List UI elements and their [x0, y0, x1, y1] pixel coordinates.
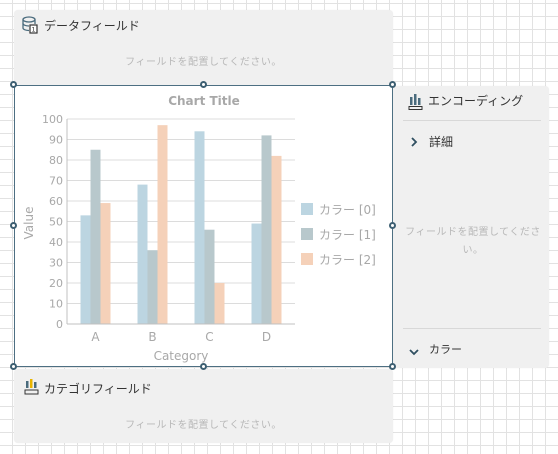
color-section-divider	[403, 328, 541, 329]
data-field-title: データフィールド	[44, 19, 140, 33]
resize-handle-middle-left[interactable]	[10, 222, 17, 229]
data-field-placeholder: フィールドを配置してください。	[125, 57, 282, 68]
color-row[interactable]: カラー	[407, 339, 537, 357]
x-tick-label: D	[262, 330, 271, 344]
encoding-title: エンコーディング	[428, 94, 524, 108]
legend-swatch	[301, 228, 313, 240]
resize-handle-top-left[interactable]	[10, 81, 17, 88]
bar-A-0	[80, 215, 91, 324]
bar-A-2	[100, 203, 111, 324]
bar-A-1	[90, 149, 101, 324]
y-tick-label: 30	[49, 257, 63, 270]
bar-D-2	[271, 155, 282, 324]
resize-handle-bottom-center[interactable]	[200, 363, 207, 370]
category-field-panel[interactable]: カテゴリフィールド フィールドを配置してください。	[14, 369, 393, 443]
y-tick-label: 60	[49, 195, 63, 208]
encoding-title-divider	[403, 120, 541, 121]
resize-handle-middle-right[interactable]	[389, 222, 396, 229]
legend-label: カラー [1]	[319, 228, 376, 242]
category-field-title: カテゴリフィールド	[44, 382, 152, 396]
resize-handle-bottom-left[interactable]	[10, 363, 17, 370]
y-tick-label: 80	[49, 154, 63, 167]
chart-plot-area[interactable]: Chart Title 0 10 20 30 40 50 60 70 80 90 100 A B C D V…	[14, 85, 393, 367]
color-label: カラー	[429, 343, 462, 356]
encoding-chart-icon	[408, 93, 424, 115]
legend-label: カラー [2]	[319, 253, 376, 267]
bar-D-1	[261, 135, 272, 324]
category-field-placeholder: フィールドを配置してください。	[125, 420, 282, 431]
legend-swatch	[301, 203, 313, 215]
x-axis-label: Category	[154, 349, 209, 363]
y-tick-label: 20	[49, 277, 63, 290]
detail-label: 詳細	[429, 135, 454, 149]
encoding-placeholder: フィールドを配置してください。	[405, 227, 541, 256]
svg-text:1: 1	[31, 26, 35, 34]
chevron-right-icon	[409, 133, 419, 152]
bar-D-0	[251, 223, 262, 324]
resize-handle-top-center[interactable]	[200, 81, 207, 88]
y-tick-label: 0	[56, 318, 63, 331]
resize-handle-top-right[interactable]	[389, 81, 396, 88]
data-field-panel[interactable]: 1 データフィールド フィールドを配置してください。	[14, 10, 393, 86]
bar-chart: Chart Title 0 10 20 30 40 50 60 70 80 90 100 A B C D V…	[22, 94, 376, 363]
database-field-icon: 1	[22, 16, 38, 38]
y-tick-label: 90	[49, 134, 63, 147]
encoding-panel: エンコーディング 詳細 フィールドを配置してください。 カラー	[393, 86, 549, 368]
detail-row[interactable]: 詳細	[407, 131, 537, 149]
x-tick-label: C	[205, 330, 213, 344]
bar-C-2	[214, 283, 225, 324]
legend-swatch	[301, 253, 313, 265]
bar-C-1	[204, 229, 215, 324]
legend-label: カラー [0]	[319, 203, 376, 217]
x-tick-label: B	[148, 330, 156, 344]
y-tick-label: 100	[42, 113, 63, 126]
category-field-icon	[24, 378, 40, 400]
x-tick-label: A	[91, 330, 100, 344]
bar-B-2	[157, 125, 168, 325]
resize-handle-bottom-right[interactable]	[389, 363, 396, 370]
chart-title: Chart Title	[168, 94, 240, 108]
y-tick-label: 40	[49, 236, 63, 249]
bar-B-1	[147, 250, 158, 324]
chevron-down-icon	[408, 342, 420, 361]
y-tick-label: 10	[49, 298, 63, 311]
bar-B-0	[137, 184, 148, 324]
y-tick-label: 50	[49, 216, 63, 229]
y-axis-label: Value	[22, 207, 36, 240]
bar-C-0	[194, 131, 205, 324]
y-tick-label: 70	[49, 175, 63, 188]
